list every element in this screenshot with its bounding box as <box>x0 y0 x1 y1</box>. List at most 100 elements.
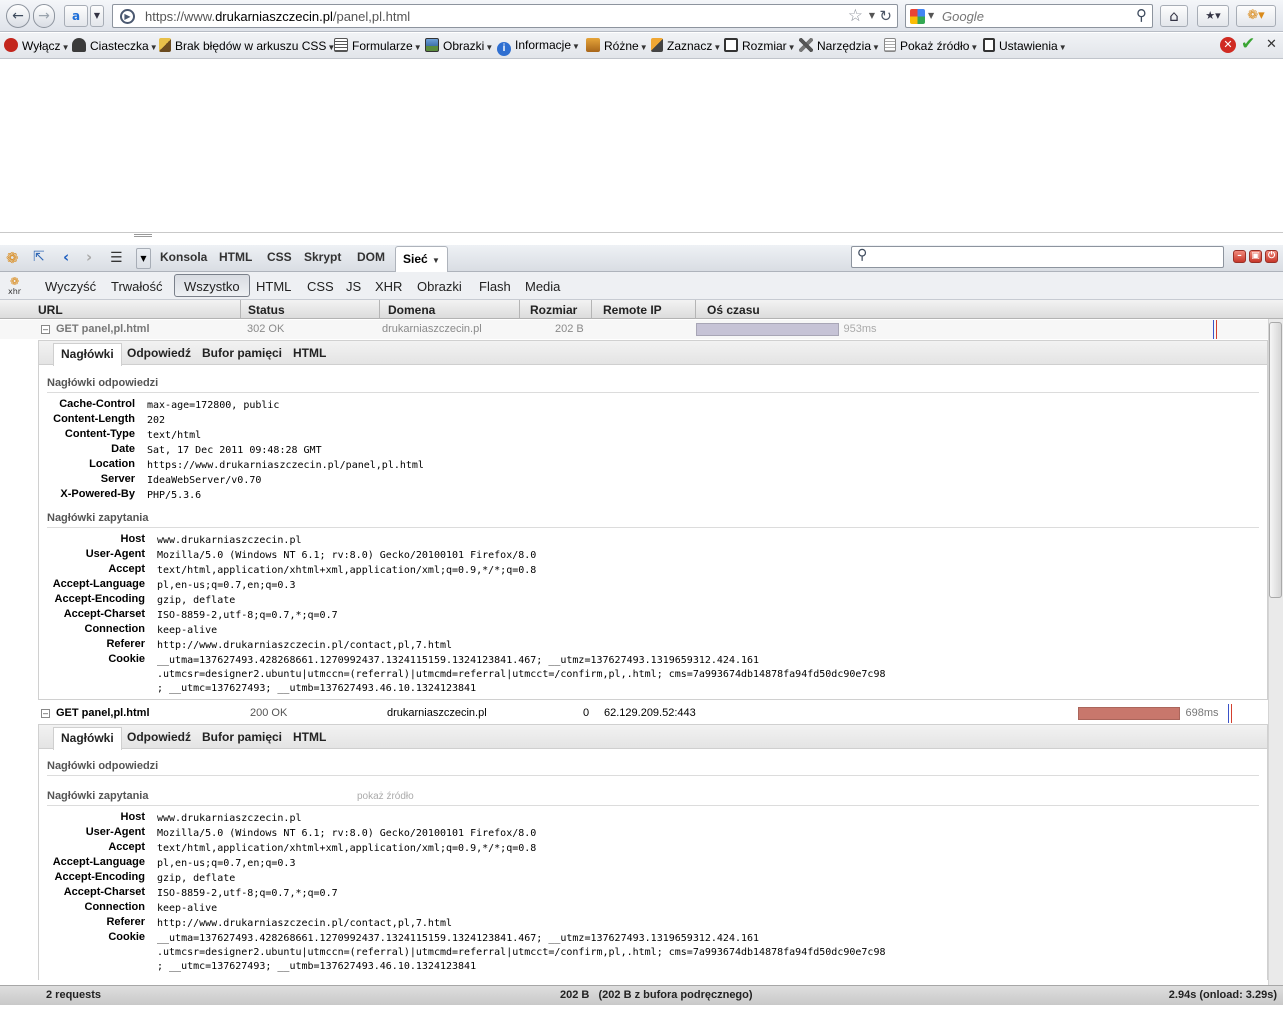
valid-check-icon[interactable]: ✔ <box>1241 34 1255 54</box>
wd-label: Wyłącz <box>22 39 61 53</box>
firebug-search-input[interactable]: ⚲ <box>851 246 1224 268</box>
back-icon[interactable]: ‹ <box>63 248 69 266</box>
column-size[interactable]: Rozmiar <box>530 303 577 317</box>
resize-icon <box>724 38 738 52</box>
request-details-panel: Nagłówki Odpowiedź Bufor pamięci HTML Na… <box>38 340 1268 700</box>
collapse-toggle[interactable]: – <box>41 325 50 334</box>
filter-flash[interactable]: Flash <box>479 279 511 294</box>
column-status[interactable]: Status <box>248 303 285 317</box>
search-engine-dropdown-icon[interactable]: ▼ <box>928 11 934 20</box>
reload-icon[interactable]: ↻ <box>879 7 892 25</box>
wd-item-css-errors[interactable]: Brak błędów w arkuszu CSS▼ <box>159 38 335 53</box>
wd-item-misc[interactable]: Różne▼ <box>586 38 648 53</box>
wd-item-tools[interactable]: Narzędzia▼ <box>799 38 880 53</box>
wd-item-outline[interactable]: Zaznacz▼ <box>651 38 721 53</box>
tab-html[interactable]: HTML <box>219 250 252 264</box>
search-input[interactable]: Google <box>942 9 984 24</box>
wd-item-cookies[interactable]: Ciasteczka▼ <box>72 38 158 53</box>
url-history-dropdown-icon[interactable]: ▼ <box>869 11 875 20</box>
back-button[interactable]: ← <box>6 4 30 28</box>
tab-script[interactable]: Skrypt <box>304 250 341 264</box>
column-remote-ip[interactable]: Remote IP <box>603 303 662 317</box>
request-domain: drukarniaszczecin.pl <box>382 323 482 335</box>
inspect-icon[interactable]: ⇱ <box>33 249 45 265</box>
tab-css[interactable]: CSS <box>267 250 292 264</box>
wd-item-disable[interactable]: Wyłącz▼ <box>4 38 69 53</box>
filter-css[interactable]: CSS <box>307 279 334 294</box>
tab-response[interactable]: Odpowiedź <box>127 730 191 744</box>
tab-html-preview[interactable]: HTML <box>293 346 326 360</box>
forward-icon[interactable]: › <box>86 248 92 266</box>
persist-button[interactable]: Trwałość <box>111 279 163 294</box>
filter-images[interactable]: Obrazki <box>417 279 462 294</box>
bookmarks-button[interactable]: ★▾ <box>1197 5 1229 27</box>
tab-html-preview[interactable]: HTML <box>293 730 326 744</box>
forward-button[interactable]: → <box>33 4 55 28</box>
column-timeline[interactable]: Oś czasu <box>707 303 760 317</box>
home-button[interactable]: ⌂ <box>1160 5 1188 27</box>
navigation-toolbar: ← → a ▼ ▶ https://www.drukarniaszczecin.… <box>0 0 1283 32</box>
header-name: Connection <box>84 901 146 913</box>
tab-cache[interactable]: Bufor pamięci <box>202 346 282 360</box>
tab-console[interactable]: Konsola <box>160 250 207 264</box>
header-value: gzip, deflate <box>157 595 236 606</box>
google-icon <box>910 9 925 24</box>
response-headers-title[interactable]: Nagłówki odpowiedzi <box>47 760 158 772</box>
wd-item-information[interactable]: i Informacje▼ <box>497 38 580 56</box>
document-icon <box>884 38 896 52</box>
tab-net[interactable]: Sieć ▼ <box>395 246 448 272</box>
search-icon[interactable]: ⚲ <box>1136 6 1147 24</box>
addon-dropdown[interactable]: ▼ <box>90 5 104 27</box>
minimize-button[interactable]: – <box>1233 250 1246 263</box>
wd-item-images[interactable]: Obrazki▼ <box>425 38 493 53</box>
clear-button[interactable]: Wyczyść <box>45 279 96 294</box>
request-headers-title[interactable]: Nagłówki zapytania <box>47 790 148 802</box>
wd-label: Pokaż źródło <box>900 39 970 53</box>
header-name: Location <box>89 458 135 470</box>
filter-all[interactable]: Wszystko <box>174 274 250 297</box>
panel-dropdown[interactable]: ▼ <box>136 248 151 269</box>
forward-arrow-icon: → <box>38 8 50 24</box>
search-bar[interactable]: ▼ Google ⚲ <box>905 4 1153 28</box>
filter-xhr[interactable]: XHR <box>375 279 402 294</box>
tab-cache[interactable]: Bufor pamięci <box>202 730 282 744</box>
identity-button[interactable]: a <box>64 5 88 27</box>
tab-headers[interactable]: Nagłówki <box>53 727 122 750</box>
column-url[interactable]: URL <box>38 303 63 317</box>
url-bar[interactable]: ▶ https://www.drukarniaszczecin.pl/panel… <box>112 4 898 28</box>
errors-icon[interactable]: ✕ <box>1220 37 1236 53</box>
firebug-button[interactable]: ❁▾ <box>1236 5 1276 27</box>
firebug-splitter[interactable] <box>0 232 1283 246</box>
panel-list-icon[interactable]: ☰ <box>110 250 123 266</box>
filter-html[interactable]: HTML <box>256 279 291 294</box>
scrollbar-thumb[interactable] <box>1269 322 1282 598</box>
tab-dom[interactable]: DOM <box>357 250 385 264</box>
filter-media[interactable]: Media <box>525 279 560 294</box>
url-text[interactable]: https://www.drukarniaszczecin.pl/panel,p… <box>145 9 410 24</box>
close-icon[interactable]: ✕ <box>1266 37 1277 52</box>
column-domain[interactable]: Domena <box>388 303 435 317</box>
bookmark-star-icon[interactable]: ☆ <box>848 6 863 26</box>
firebug-menu-icon[interactable]: ❁ <box>6 249 19 267</box>
header-value: 202 <box>147 415 166 426</box>
wd-item-resize[interactable]: Rozmiar▼ <box>724 38 796 53</box>
tab-response[interactable]: Odpowiedź <box>127 346 191 360</box>
request-row[interactable]: – GET panel,pl.html 200 OK drukarniaszcz… <box>0 704 1268 723</box>
wd-item-forms[interactable]: Formularze▼ <box>334 38 422 53</box>
addon-logo-icon: a <box>71 9 81 23</box>
header-value: __utma=137627493.428268661.1270992437.13… <box>157 933 886 972</box>
xhr-icon[interactable]: ❁ xhr <box>8 276 21 296</box>
wd-item-view-source[interactable]: Pokaż źródło▼ <box>884 38 978 53</box>
filter-js[interactable]: JS <box>346 279 361 294</box>
request-row[interactable]: – GET panel,pl.html 302 OK drukarniaszcz… <box>0 320 1268 339</box>
request-headers-title[interactable]: Nagłówki zapytania <box>47 512 148 524</box>
collapse-toggle[interactable]: – <box>41 709 50 718</box>
response-headers-title[interactable]: Nagłówki odpowiedzi <box>47 377 158 389</box>
site-icon: ▶ <box>120 9 135 24</box>
close-firebug-button[interactable]: ⏻ <box>1265 250 1278 263</box>
header-name: Accept-Charset <box>63 886 145 898</box>
detach-button[interactable]: ▣ <box>1249 250 1262 263</box>
tab-headers[interactable]: Nagłówki <box>53 343 122 366</box>
show-source-link[interactable]: pokaż źródło <box>357 791 414 802</box>
wd-item-options[interactable]: Ustawienia▼ <box>983 38 1067 53</box>
